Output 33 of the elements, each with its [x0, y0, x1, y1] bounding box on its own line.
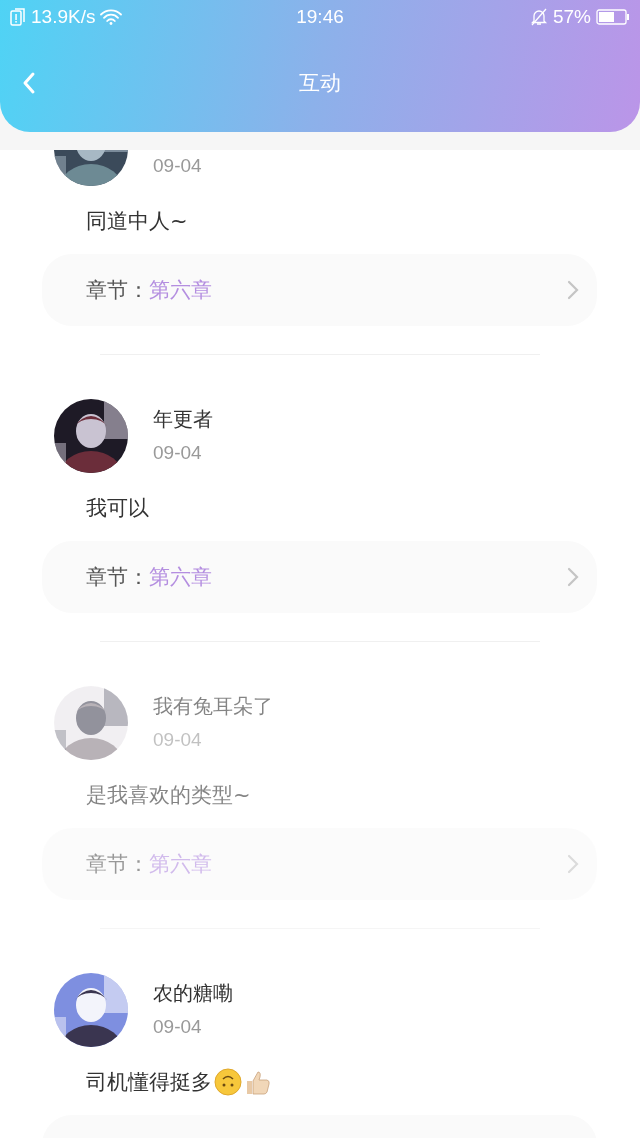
- sim-icon: [10, 8, 26, 26]
- wifi-icon: [100, 9, 123, 25]
- chapter-link[interactable]: 章节：第六章: [42, 541, 597, 613]
- chevron-right-icon: [567, 854, 579, 874]
- battery-icon: [596, 9, 630, 25]
- comment-date: 09-04: [153, 442, 203, 464]
- comment-date: 09-04: [153, 155, 202, 177]
- user-name: 农的糖嘞: [153, 980, 233, 1007]
- page-title: 互动: [299, 70, 341, 97]
- back-button[interactable]: [22, 71, 36, 95]
- chevron-right-icon: [567, 567, 579, 587]
- comment-text: 是我喜欢的类型~: [86, 782, 251, 809]
- thumbs-up-icon: [244, 1068, 272, 1096]
- comment-date: 09-04: [153, 729, 203, 751]
- comment-date: 09-04: [153, 1016, 203, 1038]
- user-name: 年更者: [153, 406, 213, 433]
- chapter-label: 章节：: [86, 277, 149, 304]
- muted-bell-icon: [529, 8, 548, 26]
- network-speed: 13.9K/s: [31, 6, 96, 28]
- upside-down-face-icon: [214, 1068, 242, 1096]
- comment-text: 司机懂得挺多: [86, 1069, 212, 1096]
- chapter-name: 第六章: [149, 851, 212, 878]
- user-name: 我有兔耳朵了: [153, 693, 273, 720]
- clock: 19:46: [296, 6, 344, 28]
- chevron-right-icon: [567, 280, 579, 300]
- chapter-label: 章节：: [86, 564, 149, 591]
- comment-text: 同道中人~: [86, 208, 188, 235]
- comment-text: 我可以: [86, 495, 149, 522]
- chapter-name: 第六章: [149, 277, 212, 304]
- battery-percent: 57%: [552, 6, 591, 28]
- chapter-label: 章节：: [86, 851, 149, 878]
- chapter-name: 第六章: [149, 564, 212, 591]
- chapter-link[interactable]: 章节：第六章: [42, 254, 597, 326]
